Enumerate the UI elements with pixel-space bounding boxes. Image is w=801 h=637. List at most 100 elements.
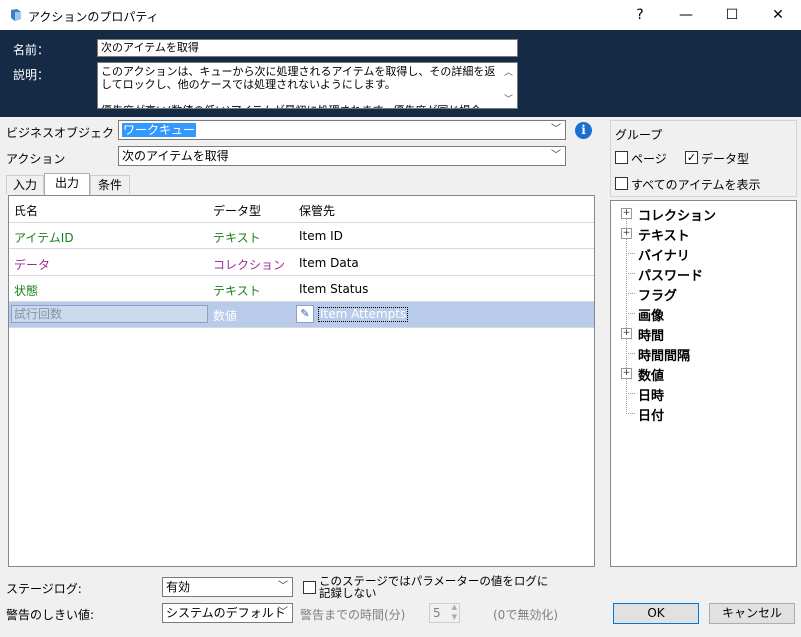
datatype-tree: + コレクション + テキスト バイナリ パスワード フラグ 画像 + 時間 時間間隔 + 数値 日時 日付 <box>610 200 797 567</box>
row-name-input[interactable]: 試行回数 <box>11 305 208 323</box>
datatype-checkbox-label: データ型 <box>701 152 750 166</box>
chevron-down-icon: ﹀ <box>551 150 561 161</box>
tree-node-label: 画像 <box>638 309 665 324</box>
window-title: アクションのプロパティ <box>28 10 159 24</box>
tree-node[interactable]: 日時 <box>611 384 791 404</box>
warning-time-value: 5 <box>433 606 441 620</box>
log-params-label: このステージではパラメーターの値をログに記録しない <box>319 574 549 600</box>
minimize-button[interactable]: — <box>663 0 709 30</box>
info-icon[interactable]: i <box>575 122 592 139</box>
chevron-down-icon: ﹀ <box>551 124 561 135</box>
show-all-checkbox[interactable] <box>615 177 628 190</box>
expand-icon[interactable]: + <box>621 208 632 219</box>
row-name: アイテムID <box>14 231 74 245</box>
tree-node[interactable]: バイナリ <box>611 244 791 264</box>
row-type: 数値 <box>213 309 238 323</box>
tree-node-label: 時間 <box>638 329 665 344</box>
tree-node[interactable]: フラグ <box>611 284 791 304</box>
stage-log-select[interactable]: 有効 ﹀ <box>162 577 293 597</box>
grid-header-row: 氏名 データ型 保管先 <box>9 196 594 223</box>
business-object-label: ビジネスオブジェクト <box>6 126 127 140</box>
ok-button[interactable]: OK <box>613 603 699 624</box>
tree-connector <box>626 393 635 394</box>
tree-node[interactable]: 画像 <box>611 304 791 324</box>
tree-node-label: バイナリ <box>638 249 690 264</box>
tree-connector <box>626 353 635 354</box>
table-row[interactable]: アイテムID テキスト Item ID <box>9 223 594 249</box>
action-label: アクション <box>6 152 66 166</box>
tab-output[interactable]: 出力 <box>44 173 90 195</box>
page-checkbox[interactable] <box>615 151 628 164</box>
log-params-checkbox[interactable] <box>303 581 316 594</box>
warning-threshold-select[interactable]: システムのデフォルト ﹀ <box>162 603 293 623</box>
warning-threshold-value: システムのデフォルト <box>166 606 286 620</box>
warning-time-stepper[interactable]: 5 ▲ ▼ <box>429 603 460 623</box>
row-name: データ <box>14 258 51 272</box>
tree-node[interactable]: + コレクション <box>611 204 791 224</box>
warning-threshold-label: 警告のしきい値: <box>6 608 95 622</box>
tree-node-label: 日時 <box>638 389 665 404</box>
cancel-button[interactable]: キャンセル <box>709 603 795 624</box>
maximize-button[interactable]: ☐ <box>709 0 755 30</box>
table-row[interactable]: 状態 テキスト Item Status <box>9 276 594 302</box>
scroll-down-icon[interactable]: ﹀ <box>500 92 517 105</box>
tree-node-label: パスワード <box>638 269 704 284</box>
help-button[interactable]: ? <box>617 0 663 30</box>
row-type: コレクション <box>213 258 286 272</box>
warning-time-label: 警告までの時間(分) <box>300 608 406 622</box>
chevron-down-icon: ﹀ <box>278 581 288 592</box>
description-scrollbar[interactable]: ︿ ﹀ <box>500 63 517 108</box>
name-field[interactable]: 次のアイテムを取得 <box>97 39 518 57</box>
tree-node-label: フラグ <box>638 289 678 304</box>
expand-icon[interactable]: + <box>621 228 632 239</box>
chevron-down-icon: ﹀ <box>278 607 288 618</box>
business-object-value: ワークキュー <box>122 123 197 137</box>
parameters-grid: 氏名 データ型 保管先 アイテムID テキスト Item ID データ コレクシ… <box>8 195 595 567</box>
expand-icon[interactable]: + <box>621 368 632 379</box>
row-store: Item Status <box>299 282 369 296</box>
column-header-store: 保管先 <box>299 204 336 218</box>
column-header-type: データ型 <box>213 204 262 218</box>
tree-connector <box>626 293 635 294</box>
datatype-checkbox[interactable]: ✓ <box>685 151 698 164</box>
table-row-selected[interactable]: 試行回数 数値 ✎ Item Attempts <box>9 302 594 328</box>
tree-node[interactable]: + 時間 <box>611 324 791 344</box>
row-store[interactable]: Item Attempts <box>318 307 409 322</box>
warning-time-hint: (0で無効化) <box>493 608 558 622</box>
tab-conditions[interactable]: 条件 <box>90 175 130 194</box>
column-header-name: 氏名 <box>14 204 39 218</box>
tab-input[interactable]: 入力 <box>6 175 44 194</box>
stage-log-value: 有効 <box>166 580 191 594</box>
row-store: Item ID <box>299 229 343 243</box>
group-title: グループ <box>615 128 663 142</box>
expand-icon[interactable]: + <box>621 328 632 339</box>
name-label: 名前： <box>13 43 50 57</box>
close-button[interactable]: ✕ <box>755 0 801 30</box>
tree-node-label: 数値 <box>638 369 665 384</box>
description-field[interactable]: このアクションは、キューから次に処理されるアイテムを取得し、その詳細を返してロッ… <box>97 62 518 109</box>
stage-log-label: ステージログ: <box>6 582 82 596</box>
tree-connector <box>626 273 635 274</box>
data-item-icon[interactable]: ✎ <box>296 305 314 323</box>
tree-connector <box>626 313 635 314</box>
stepper-arrows-icon[interactable]: ▲ ▼ <box>452 602 457 622</box>
tree-node[interactable]: + テキスト <box>611 224 791 244</box>
row-store: Item Data <box>299 256 359 270</box>
tree-node[interactable]: 時間間隔 <box>611 344 791 364</box>
business-object-select[interactable]: ワークキュー ﹀ <box>118 120 566 140</box>
row-type: テキスト <box>213 284 261 298</box>
tree-node-label: テキスト <box>638 229 690 244</box>
show-all-checkbox-label: すべてのアイテムを表示 <box>631 178 761 192</box>
tree-node[interactable]: パスワード <box>611 264 791 284</box>
table-row[interactable]: データ コレクション Item Data <box>9 250 594 276</box>
tree-node[interactable]: + 数値 <box>611 364 791 384</box>
description-label: 説明： <box>13 68 50 82</box>
tree-connector <box>626 413 635 414</box>
row-type: テキスト <box>213 231 261 245</box>
tree-connector <box>626 253 635 254</box>
app-icon <box>11 9 21 21</box>
tree-node[interactable]: 日付 <box>611 404 791 424</box>
row-name: 状態 <box>14 284 39 298</box>
scroll-up-icon[interactable]: ︿ <box>500 65 517 78</box>
action-select[interactable]: 次のアイテムを取得 ﹀ <box>118 146 566 166</box>
